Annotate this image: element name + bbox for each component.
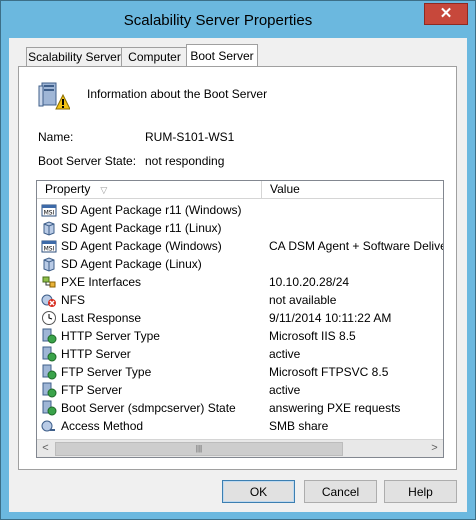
ok-button[interactable]: OK <box>222 480 295 503</box>
name-label: Name: <box>38 130 74 144</box>
row-property: Last Response <box>61 311 142 325</box>
scroll-thumb[interactable]: ||| <box>55 442 343 456</box>
server-status-icon <box>41 346 57 362</box>
row-value: CA DSM Agent + Software Delive <box>269 239 444 253</box>
scroll-right-icon[interactable]: > <box>426 440 443 457</box>
row-value: active <box>269 347 301 361</box>
tab-computer[interactable]: Computer <box>121 47 188 66</box>
list-row[interactable]: HTTP Server Type Microsoft IIS 8.5 <box>37 327 443 345</box>
list-row[interactable]: SD Agent Package r11 (Linux) <box>37 219 443 237</box>
list-row[interactable]: MSI SD Agent Package (Windows) CA DSM Agen… <box>37 237 443 255</box>
tab-boot-server[interactable]: Boot Server <box>186 44 258 67</box>
row-property: Access Method <box>61 419 144 433</box>
row-value: Microsoft FTPSVC 8.5 <box>269 365 389 379</box>
scroll-left-icon[interactable]: < <box>37 440 54 457</box>
server-status-icon <box>41 328 57 344</box>
row-property: SD Agent Package (Linux) <box>61 257 202 271</box>
list-header: Property ▽ Value <box>37 181 443 199</box>
server-status-icon <box>41 400 57 416</box>
list-row[interactable]: Last Response 9/11/2014 10:11:22 AM <box>37 309 443 327</box>
list-row[interactable]: Access Method SMB share <box>37 417 443 435</box>
row-property: SD Agent Package r11 (Linux) <box>61 221 222 235</box>
list-row[interactable]: Boot Server (sdmpcserver) State answering… <box>37 399 443 417</box>
help-button[interactable]: Help <box>384 480 457 503</box>
row-property: PXE Interfaces <box>61 275 142 289</box>
name-value: RUM-S101-WS1 <box>145 130 235 144</box>
list-row[interactable]: PXE Interfaces 10.10.20.28/24 <box>37 273 443 291</box>
property-list[interactable]: Property ▽ Value MSI SD Agent Package r11 … <box>36 180 444 458</box>
column-property-label: Property <box>45 182 91 196</box>
network-icon <box>41 274 57 290</box>
msi-package-icon: MSI <box>41 238 57 254</box>
svg-text:MSI: MSI <box>44 246 55 253</box>
server-status-icon <box>41 364 57 380</box>
boot-server-warning-icon <box>38 82 70 110</box>
svg-text:MSI: MSI <box>44 210 55 217</box>
row-property: NFS <box>61 293 85 307</box>
list-row[interactable]: SD Agent Package (Linux) <box>37 255 443 273</box>
row-property: FTP Server <box>61 383 123 397</box>
row-property: SD Agent Package (Windows) <box>61 239 222 253</box>
window-title: Scalability Server Properties <box>123 12 313 29</box>
msi-package-icon: MSI <box>41 202 57 218</box>
access-icon <box>41 418 57 434</box>
column-header-value[interactable]: Value <box>262 181 443 198</box>
row-value: answering PXE requests <box>269 401 401 415</box>
boot-server-state-label: Boot Server State: <box>38 154 137 168</box>
list-row[interactable]: MSI SD Agent Package r11 (Windows) <box>37 201 443 219</box>
row-value: SMB share <box>269 419 329 433</box>
list-rows: MSI SD Agent Package r11 (Windows) SD Agen… <box>37 201 443 435</box>
row-value: 9/11/2014 10:11:22 AM <box>269 311 392 325</box>
list-row[interactable]: NFS not available <box>37 291 443 309</box>
list-row[interactable]: HTTP Server active <box>37 345 443 363</box>
server-status-icon <box>41 382 57 398</box>
row-property: FTP Server Type <box>61 365 152 379</box>
column-header-property[interactable]: Property ▽ <box>37 181 262 198</box>
sort-arrow-icon: ▽ <box>100 185 108 195</box>
boot-server-state-value: not responding <box>145 154 225 168</box>
row-value: 10.10.20.28/24 <box>269 275 350 289</box>
row-property: HTTP Server Type <box>61 329 160 343</box>
row-value: active <box>269 383 301 397</box>
tab-scalability-server[interactable]: Scalability Server <box>26 47 123 66</box>
row-property: HTTP Server <box>61 347 131 361</box>
list-row[interactable]: FTP Server Type Microsoft FTPSVC 8.5 <box>37 363 443 381</box>
close-icon: ✕ <box>439 5 453 22</box>
clock-icon <box>41 310 57 326</box>
nfs-error-icon <box>41 292 57 308</box>
title-bar[interactable]: Scalability Server Properties ✕ <box>1 1 475 39</box>
close-button[interactable]: ✕ <box>424 3 468 25</box>
package-icon <box>41 256 57 272</box>
cancel-button[interactable]: Cancel <box>304 480 377 503</box>
row-property: Boot Server (sdmpcserver) State <box>61 401 236 415</box>
row-value: not available <box>269 293 337 307</box>
list-row[interactable]: FTP Server active <box>37 381 443 399</box>
header-info-text: Information about the Boot Server <box>87 87 268 101</box>
row-value: Microsoft IIS 8.5 <box>269 329 356 343</box>
horizontal-scrollbar[interactable]: < ||| > <box>37 439 443 457</box>
row-property: SD Agent Package r11 (Windows) <box>61 203 242 217</box>
package-icon <box>41 220 57 236</box>
